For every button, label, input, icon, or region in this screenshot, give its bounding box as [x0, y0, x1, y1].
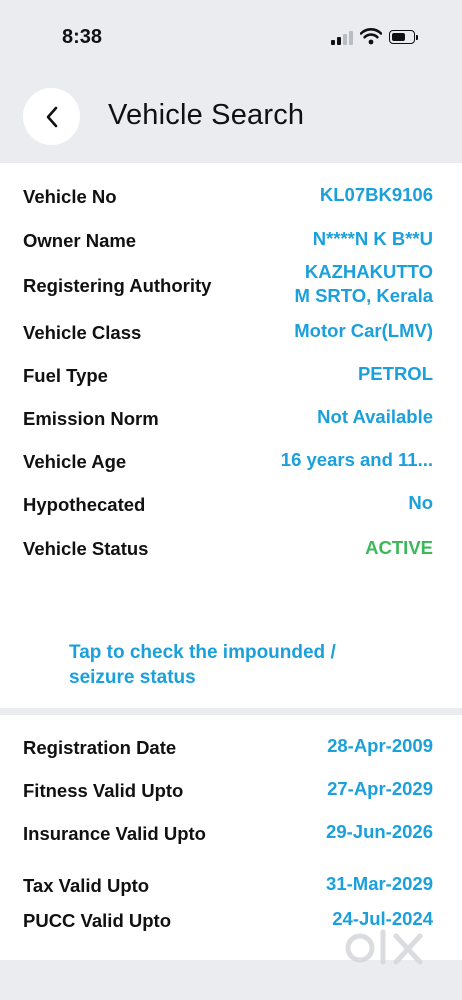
- chevron-left-icon: [46, 106, 57, 127]
- status-badge: ACTIVE: [365, 537, 433, 558]
- detail-label: Hypothecated: [23, 494, 146, 515]
- status-time: 8:38: [62, 26, 103, 48]
- detail-row-registering-authority: Registering Authority KAZHAKUTTO M SRTO,…: [0, 260, 462, 312]
- detail-row-vehicle-age: Vehicle Age 16 years and 11...: [0, 448, 462, 476]
- date-label: Registration Date: [23, 737, 177, 758]
- detail-label: Vehicle Age: [23, 451, 127, 472]
- detail-label: Vehicle Class: [23, 322, 142, 343]
- detail-label: Registering Authority: [23, 275, 212, 296]
- detail-row-hypothecated: Hypothecated No: [0, 491, 462, 519]
- detail-label: Emission Norm: [23, 408, 159, 429]
- date-label: PUCC Valid Upto: [23, 910, 172, 931]
- detail-value: 16 years and 11...: [280, 449, 433, 470]
- cellular-signal-icon: [331, 31, 353, 45]
- detail-row-vehicle-class: Vehicle Class Motor Car(LMV): [0, 319, 462, 347]
- detail-label: Vehicle No: [23, 186, 117, 207]
- back-button[interactable]: [23, 88, 80, 145]
- impound-link-line: seizure status: [69, 667, 196, 688]
- detail-value: Not Available: [317, 406, 433, 427]
- detail-value: N****N K B**U: [312, 228, 433, 249]
- wifi-icon: [360, 28, 382, 45]
- date-value: 31-Mar-2029: [326, 873, 433, 894]
- date-value: 28-Apr-2009: [327, 735, 433, 756]
- detail-value: KAZHAKUTTO M SRTO, Kerala: [295, 260, 433, 308]
- detail-value: KL07BK9106: [319, 184, 433, 205]
- battery-cap: [416, 35, 418, 40]
- status-bar: 8:38: [0, 0, 462, 70]
- date-label: Insurance Valid Upto: [23, 823, 206, 844]
- detail-row-vehicle-status: Vehicle Status ACTIVE: [0, 535, 462, 563]
- page-title: Vehicle Search: [108, 99, 305, 131]
- detail-label: Fuel Type: [23, 365, 108, 386]
- date-label: Fitness Valid Upto: [23, 780, 184, 801]
- detail-value-line: KAZHAKUTTO: [304, 261, 433, 282]
- detail-label: Owner Name: [23, 230, 137, 251]
- detail-row-vehicle-no: Vehicle No KL07BK9106: [0, 183, 462, 211]
- detail-label: Vehicle Status: [23, 538, 149, 559]
- detail-value: No: [408, 492, 433, 513]
- impound-link-line: Tap to check the impounded /: [69, 642, 336, 663]
- date-value: 29-Jun-2026: [326, 821, 433, 842]
- date-row-tax: Tax Valid Upto 31-Mar-2029: [0, 872, 462, 900]
- olx-watermark-logo: [345, 929, 423, 965]
- date-value: 27-Apr-2029: [327, 778, 433, 799]
- detail-row-owner-name: Owner Name N****N K B**U: [0, 227, 462, 255]
- detail-row-fuel-type: Fuel Type PETROL: [0, 362, 462, 390]
- date-row-registration: Registration Date 28-Apr-2009: [0, 734, 462, 762]
- date-row-insurance: Insurance Valid Upto 29-Jun-2026: [0, 820, 462, 848]
- impound-status-link[interactable]: Tap to check the impounded / seizure sta…: [69, 640, 429, 690]
- date-label: Tax Valid Upto: [23, 875, 150, 896]
- detail-value: PETROL: [357, 363, 433, 384]
- detail-row-emission-norm: Emission Norm Not Available: [0, 405, 462, 433]
- battery-icon: [389, 30, 415, 44]
- detail-value-line: M SRTO, Kerala: [294, 285, 433, 306]
- detail-value: Motor Car(LMV): [294, 320, 433, 341]
- date-row-fitness: Fitness Valid Upto 27-Apr-2029: [0, 777, 462, 805]
